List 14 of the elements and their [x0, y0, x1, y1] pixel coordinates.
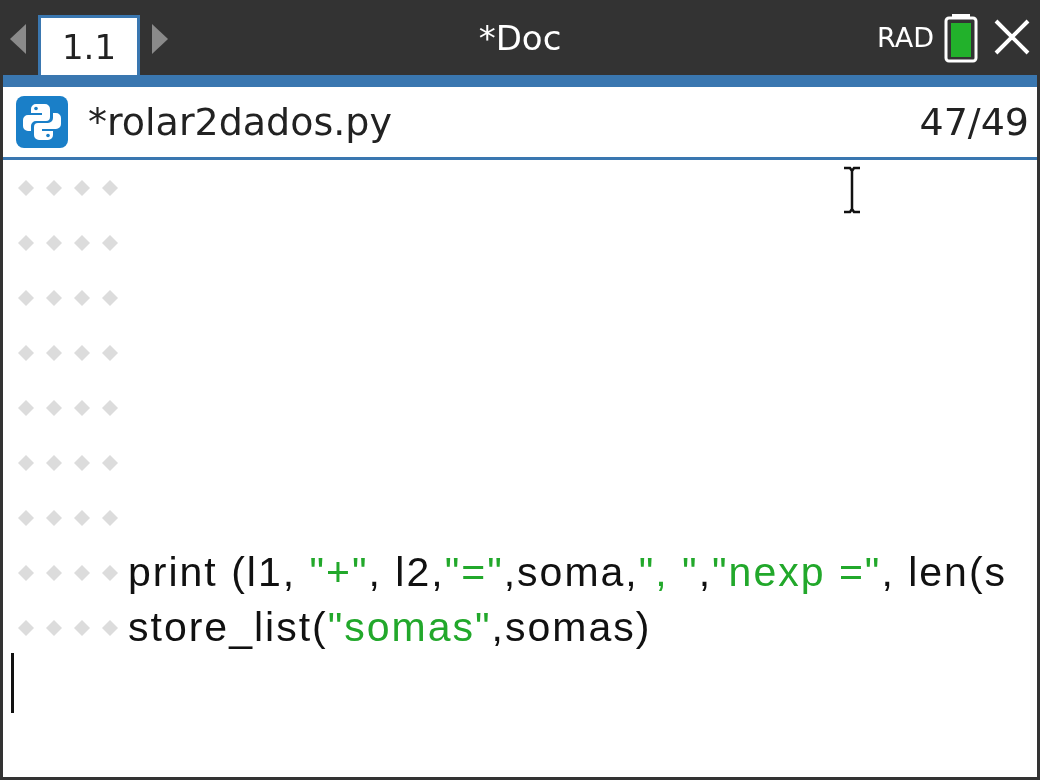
code-line: store_list("somas",somas) — [128, 604, 652, 651]
document-title: *Doc — [478, 18, 562, 58]
page-tab[interactable]: 1.1 — [38, 15, 140, 75]
text-cursor-icon — [841, 166, 863, 214]
close-icon[interactable] — [992, 17, 1032, 57]
left-arrow-icon[interactable] — [8, 22, 28, 56]
battery-icon — [944, 13, 978, 63]
python-logo-icon — [16, 96, 68, 148]
angle-mode-label: RAD — [877, 22, 934, 53]
code-line: print (l1, "+", l2,"=",soma,", ","nexp =", len(s — [128, 549, 1008, 596]
text-caret — [11, 652, 14, 713]
file-name: *rolar2dados.py — [88, 100, 392, 144]
line-position: 47/49 — [919, 100, 1029, 144]
right-arrow-icon[interactable] — [150, 22, 170, 56]
